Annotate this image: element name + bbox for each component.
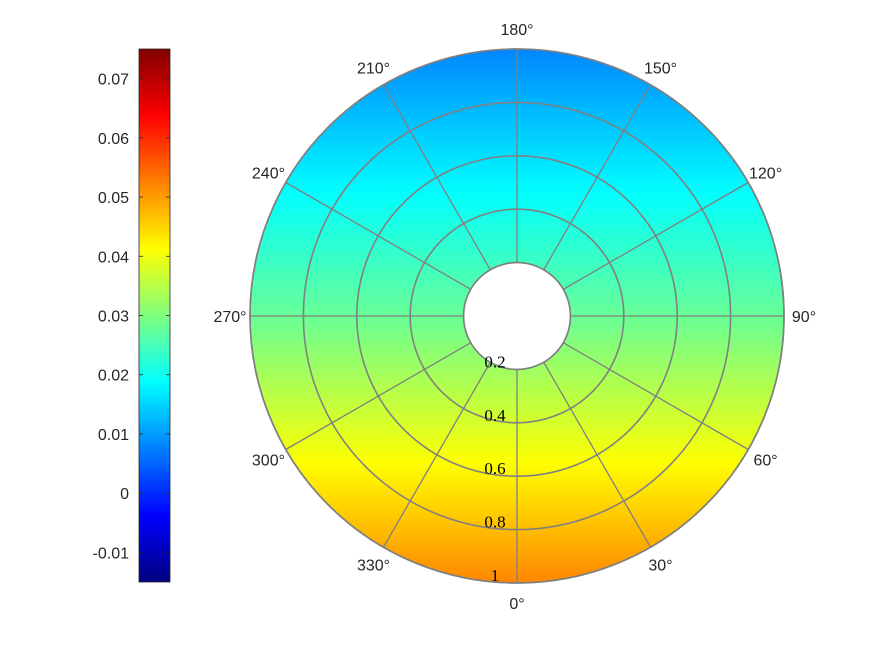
colorbar-tick-label: 0.07 bbox=[98, 72, 129, 89]
colorbar-tick-label: 0.04 bbox=[98, 249, 129, 266]
inner-hole bbox=[462, 261, 572, 371]
angle-tick-label: 30° bbox=[648, 558, 672, 575]
colorbar-tick-label: 0.03 bbox=[98, 309, 129, 326]
radius-tick-label: 0.6 bbox=[484, 459, 505, 478]
radius-tick-label: 0.4 bbox=[484, 406, 506, 425]
colorbar-tick-label: -0.01 bbox=[93, 545, 130, 562]
angle-tick-label: 120° bbox=[749, 166, 782, 183]
polar-heatmap-figure: -0.01 0 0.01 0.02 0.03 0.04 0.05 0.06 0.07 0° 30°… bbox=[93, 22, 817, 613]
angle-tick-label: 90° bbox=[792, 309, 816, 326]
colorbar-strip bbox=[138, 48, 171, 583]
polar-plot: 0° 30° 60° 90° 120° 150° 180° 210° 240° 270° 300° 3… bbox=[213, 22, 816, 613]
colorbar-tick-label: 0 bbox=[120, 486, 129, 503]
radius-tick-label: 1 bbox=[491, 566, 500, 585]
radius-tick-label: 0.8 bbox=[484, 513, 505, 532]
colorbar-tick-label: 0.06 bbox=[98, 131, 129, 148]
angle-tick-label: 0° bbox=[509, 596, 524, 613]
angle-tick-label: 330° bbox=[357, 558, 390, 575]
angle-tick-label: 60° bbox=[753, 453, 777, 470]
radius-tick-label: 0.2 bbox=[484, 352, 505, 371]
colorbar-tick-label: 0.01 bbox=[98, 427, 129, 444]
angle-tick-label: 240° bbox=[252, 166, 285, 183]
angle-tick-label: 180° bbox=[500, 22, 533, 39]
angle-tick-label: 210° bbox=[357, 60, 390, 77]
angle-tick-label: 150° bbox=[644, 60, 677, 77]
colorbar-tick-label: 0.02 bbox=[98, 368, 129, 385]
colorbar: -0.01 0 0.01 0.02 0.03 0.04 0.05 0.06 0.07 bbox=[93, 48, 171, 583]
angle-tick-label: 270° bbox=[213, 309, 246, 326]
colorbar-tick-label: 0.05 bbox=[98, 190, 129, 207]
angle-tick-label: 300° bbox=[252, 453, 285, 470]
